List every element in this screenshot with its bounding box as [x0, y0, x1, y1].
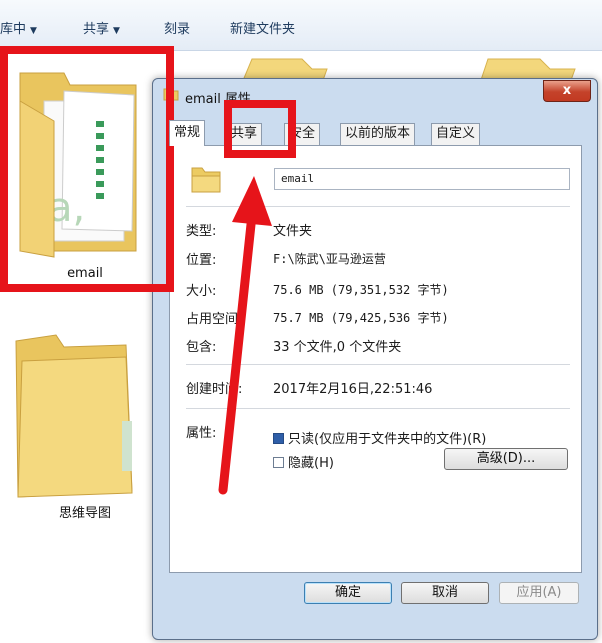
- tab-general[interactable]: 常规: [169, 120, 206, 146]
- annotation-arrow-icon: [218, 176, 272, 495]
